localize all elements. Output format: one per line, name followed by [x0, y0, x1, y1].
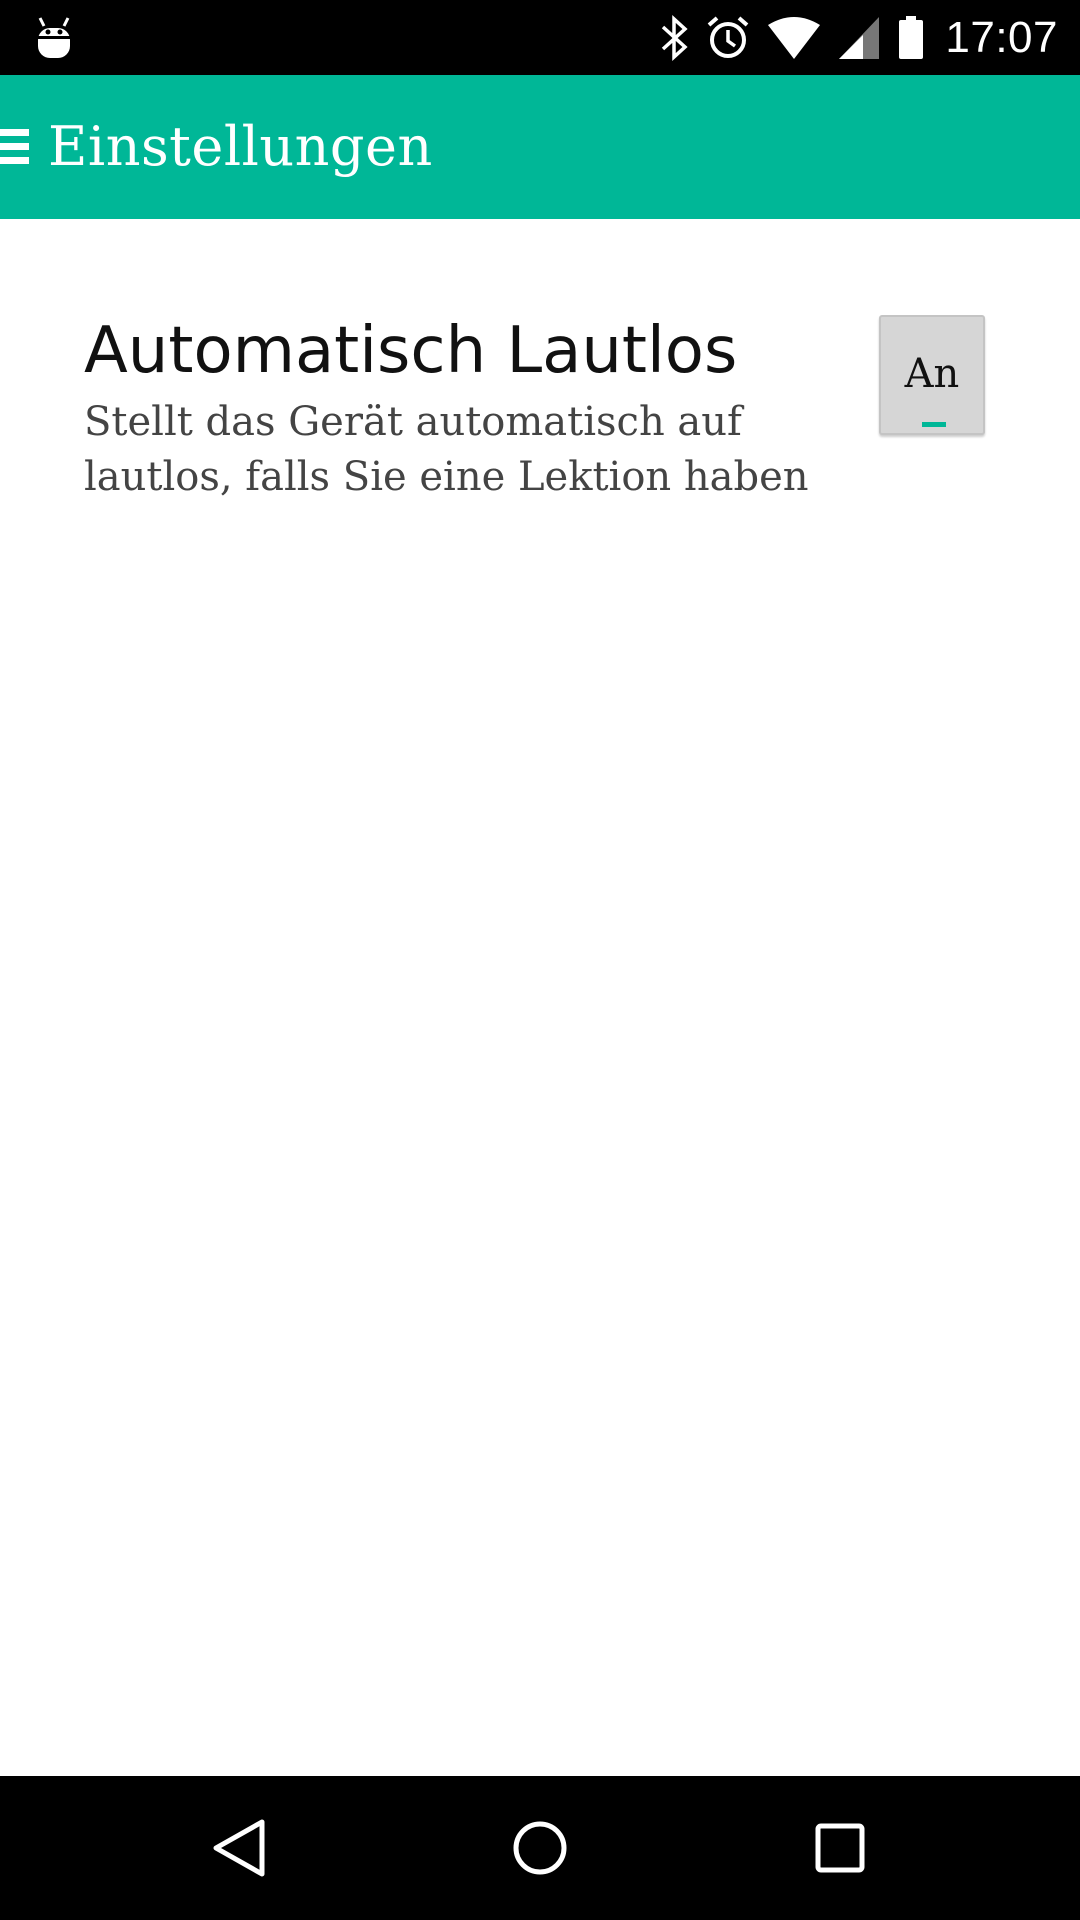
status-time: 17:07: [945, 12, 1058, 62]
back-icon: [213, 1819, 265, 1877]
setting-title: Automatisch Lautlos: [84, 314, 738, 388]
back-button[interactable]: [200, 1808, 280, 1888]
auto-silent-toggle-button[interactable]: An: [879, 315, 985, 435]
cellular-signal-icon: [839, 16, 880, 59]
home-button[interactable]: [500, 1808, 580, 1888]
setting-auto-silent[interactable]: Automatisch Lautlos Stellt das Gerät aut…: [84, 311, 1004, 505]
recents-button[interactable]: [800, 1808, 880, 1888]
recents-icon: [815, 1823, 865, 1873]
wifi-icon: [768, 16, 821, 59]
hamburger-menu-icon[interactable]: [0, 127, 30, 167]
status-icons: 17:07: [659, 0, 1058, 75]
toggle-on-indicator: [922, 422, 946, 427]
home-icon: [513, 1821, 567, 1875]
status-bar: 17:07: [0, 0, 1080, 75]
navigation-bar: [0, 1776, 1080, 1920]
toggle-label: An: [904, 351, 960, 397]
app-bar: Einstellungen: [0, 75, 1080, 219]
setting-summary: Stellt das Gerät automatisch auf lautlos…: [84, 399, 809, 500]
page-title: Einstellungen: [48, 115, 433, 178]
android-debug-icon: [38, 17, 70, 58]
settings-list: Automatisch Lautlos Stellt das Gerät aut…: [0, 219, 1080, 1776]
battery-icon: [899, 15, 924, 59]
bluetooth-icon: [662, 14, 688, 61]
alarm-icon: [708, 15, 749, 58]
